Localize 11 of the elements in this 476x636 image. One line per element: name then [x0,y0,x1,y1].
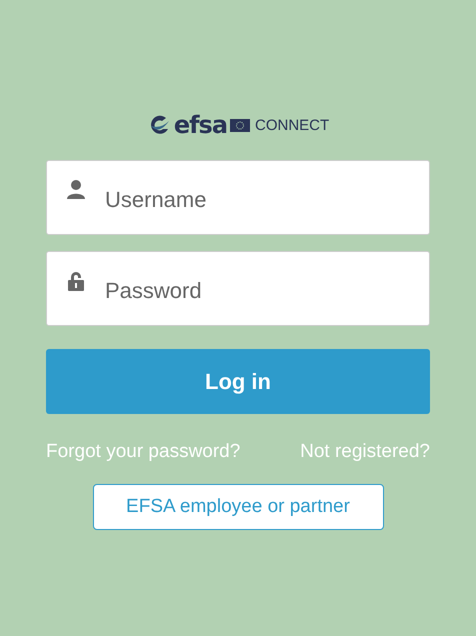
register-link[interactable]: Not registered? [300,441,430,463]
flag-icon [230,118,250,132]
username-field[interactable]: Username [46,160,430,235]
lock-icon [68,271,84,291]
employee-login-button[interactable]: EFSA employee or partner [92,484,384,530]
forgot-password-link[interactable]: Forgot your password? [46,441,240,463]
user-icon [67,180,85,200]
password-field[interactable]: Password [46,251,430,326]
login-button[interactable]: Log in [46,349,430,414]
logo-brand: efsa [174,113,228,137]
logo-product: CONNECT [255,116,330,134]
